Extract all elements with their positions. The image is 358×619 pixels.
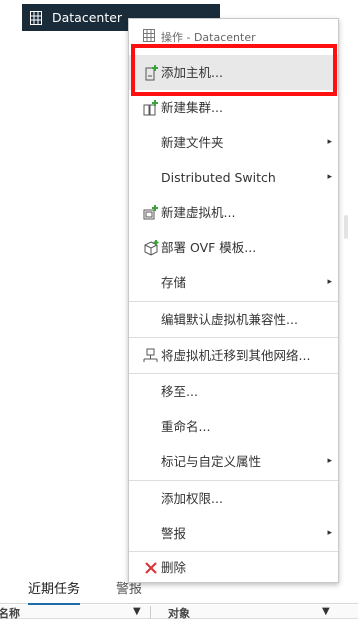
sort-caret-icon[interactable]: ▼ [133,606,141,617]
menu-item-deploy-ovf[interactable]: 部署 OVF 模板... [129,230,338,265]
menu-item-label: 重命名... [161,419,211,434]
menu-item-move-to[interactable]: 移至... [129,374,338,409]
menu-item-tags-attributes[interactable]: 标记与自定义属性 ▸ [129,444,338,479]
panel-scrollbar[interactable] [344,215,348,239]
tasks-grid-header: 名称 ▼ 对象 ▼ [0,605,358,619]
submenu-arrow-icon: ▸ [327,528,332,538]
new-cluster-icon [143,100,158,116]
menu-item-label: Distributed Switch [161,170,276,185]
menu-item-label: 移至... [161,384,198,399]
datacenter-label: Datacenter [52,10,123,25]
menu-item-label: 编辑默认虚拟机兼容性... [161,312,298,327]
column-divider [150,606,151,619]
tab-recent-tasks[interactable]: 近期任务 [28,578,81,605]
sort-caret-icon[interactable]: ▼ [322,606,330,617]
submenu-arrow-icon: ▸ [327,137,332,147]
submenu-arrow-icon: ▸ [327,277,332,287]
menu-item-storage[interactable]: 存储 ▸ [129,265,338,300]
menu-item-alarms[interactable]: 警报 ▸ [129,516,338,551]
menu-item-label: 存储 [161,275,187,290]
datacenter-icon [143,29,155,42]
menu-item-label: 新建虚拟机... [161,205,236,220]
new-vm-icon [143,205,158,220]
context-menu: 操作 - Datacenter 添加主机... 新建集群... 新建文件夹 ▸ … [128,18,339,583]
deploy-ovf-icon [144,240,159,256]
datacenter-icon [30,10,42,25]
submenu-arrow-icon: ▸ [327,456,332,466]
menu-item-edit-vm-compat[interactable]: 编辑默认虚拟机兼容性... [129,302,338,337]
menu-item-new-folder[interactable]: 新建文件夹 ▸ [129,125,338,160]
column-header-object[interactable]: 对象 [168,605,190,619]
menu-item-delete[interactable]: 删除 [129,550,338,585]
menu-header-title: 操作 - Datacenter [161,31,256,44]
menu-item-distributed-switch[interactable]: Distributed Switch ▸ [129,160,338,195]
menu-item-label: 标记与自定义属性 [161,454,262,469]
submenu-arrow-icon: ▸ [327,172,332,182]
column-header-name[interactable]: 名称 [0,605,20,619]
menu-item-add-permission[interactable]: 添加权限... [129,481,338,516]
highlight-annotation-box [131,44,337,96]
menu-item-rename[interactable]: 重命名... [129,409,338,444]
menu-item-label: 警报 [161,526,187,541]
menu-item-label: 新建文件夹 [161,135,224,150]
menu-item-label: 删除 [161,560,187,575]
menu-item-label: 将虚拟机迁移到其他网络... [161,348,311,363]
menu-item-migrate-network[interactable]: 将虚拟机迁移到其他网络... [129,338,338,373]
migrate-network-icon [143,348,158,362]
menu-item-new-vm[interactable]: 新建虚拟机... [129,195,338,230]
delete-icon [145,562,157,574]
menu-item-label: 部署 OVF 模板... [161,240,257,255]
menu-item-label: 添加权限... [161,491,223,506]
